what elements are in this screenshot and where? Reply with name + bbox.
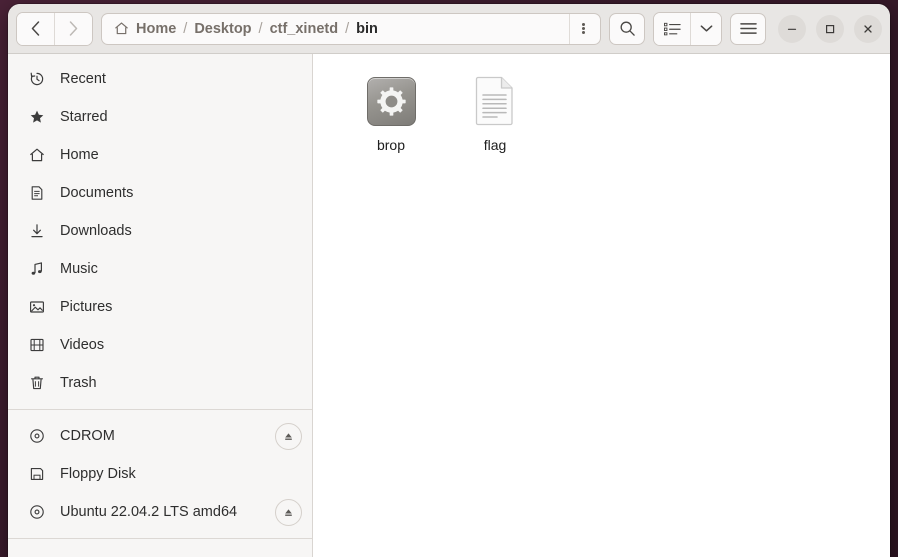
- eject-icon: [285, 432, 292, 440]
- breadcrumb-item-bin[interactable]: bin: [356, 21, 378, 37]
- sidebar-item-recent[interactable]: Recent: [8, 60, 312, 98]
- download-icon: [26, 223, 48, 239]
- breadcrumb-item-ctf-xinetd[interactable]: ctf_xinetd: [270, 21, 339, 37]
- sidebar-item-label: Floppy Disk: [60, 466, 136, 482]
- close-button[interactable]: [854, 14, 882, 43]
- file-icon: [366, 74, 416, 128]
- minimize-icon: [787, 28, 797, 30]
- document-icon: [26, 185, 48, 201]
- sidebar-item-other-locations[interactable]: Other Locations: [8, 546, 312, 557]
- minimize-button[interactable]: [778, 14, 806, 43]
- sidebar-item-music[interactable]: Music: [8, 250, 312, 288]
- list-view-button[interactable]: [654, 12, 690, 45]
- dot: [581, 31, 585, 35]
- star-icon: [26, 109, 48, 125]
- sidebar-item-label: CDROM: [60, 428, 115, 444]
- back-button[interactable]: [17, 12, 54, 45]
- view-options-button[interactable]: [690, 12, 721, 45]
- file-label: flag: [483, 137, 507, 153]
- sidebar: Recent Starred Home Documents Downloads …: [8, 54, 313, 557]
- maximize-icon: [825, 24, 835, 33]
- navigation-button-group: [16, 11, 93, 46]
- search-button[interactable]: [609, 12, 645, 45]
- clock-icon: [26, 71, 48, 87]
- trash-icon: [26, 375, 48, 391]
- video-icon: [26, 337, 48, 353]
- gear-icon: [376, 86, 406, 116]
- close-icon: [864, 24, 872, 33]
- home-icon: [114, 21, 129, 36]
- file-grid[interactable]: brop flag: [313, 54, 890, 557]
- chevron-down-icon: [700, 25, 712, 32]
- sidebar-item-label: Ubuntu 22.04.2 LTS amd64: [60, 504, 238, 520]
- sidebar-item-label: Home: [60, 147, 99, 163]
- eject-icon: [285, 508, 292, 516]
- disc-icon: [26, 504, 48, 520]
- sidebar-item-downloads[interactable]: Downloads: [8, 212, 312, 250]
- maximize-button[interactable]: [816, 14, 844, 43]
- eject-button[interactable]: [275, 498, 302, 526]
- view-mode-group: [653, 11, 722, 46]
- floppy-icon: [26, 466, 48, 482]
- desktop-background: Home / Desktop / ctf_xinetd / bin Recent…: [0, 0, 898, 557]
- sidebar-item-label: Starred: [60, 109, 108, 125]
- text-document-icon: [475, 76, 513, 126]
- sidebar-item-label: Downloads: [60, 223, 132, 239]
- forward-button[interactable]: [54, 12, 92, 45]
- chevron-left-icon: [31, 21, 40, 36]
- sidebar-item-label: Music: [60, 261, 98, 277]
- sidebar-item-documents[interactable]: Documents: [8, 174, 312, 212]
- dot: [581, 22, 585, 26]
- sidebar-item-label: Recent: [60, 71, 106, 87]
- path-menu-button[interactable]: [569, 13, 596, 44]
- sidebar-separator: [8, 409, 312, 410]
- picture-icon: [26, 299, 48, 315]
- sidebar-item-label: Trash: [60, 375, 97, 391]
- header-bar: Home / Desktop / ctf_xinetd / bin: [8, 4, 890, 54]
- sidebar-item-ubuntu-iso[interactable]: Ubuntu 22.04.2 LTS amd64: [8, 493, 312, 531]
- sidebar-item-home[interactable]: Home: [8, 136, 312, 174]
- sidebar-item-label: Videos: [60, 337, 105, 353]
- sidebar-item-label: Pictures: [60, 299, 113, 315]
- breadcrumb-separator: /: [345, 20, 350, 37]
- sidebar-item-trash[interactable]: Trash: [8, 364, 312, 402]
- sidebar-item-floppy-disk[interactable]: Floppy Disk: [8, 455, 312, 493]
- breadcrumb-item-home[interactable]: Home: [136, 21, 176, 37]
- hamburger-icon: [739, 23, 757, 34]
- sidebar-item-cdrom[interactable]: CDROM: [8, 417, 312, 455]
- file-icon: [475, 74, 515, 128]
- breadcrumb-separator: /: [183, 20, 188, 37]
- eject-button[interactable]: [275, 422, 302, 450]
- music-icon: [26, 261, 48, 277]
- disc-icon: [26, 428, 48, 444]
- file-label: brop: [376, 137, 406, 153]
- breadcrumb: Home / Desktop / ctf_xinetd / bin: [114, 21, 569, 37]
- window-body: Recent Starred Home Documents Downloads …: [8, 54, 890, 557]
- breadcrumb-item-desktop[interactable]: Desktop: [194, 21, 251, 37]
- window-controls: [778, 14, 882, 43]
- path-bar[interactable]: Home / Desktop / ctf_xinetd / bin: [101, 12, 601, 45]
- sidebar-separator: [8, 538, 312, 539]
- search-icon: [620, 21, 635, 36]
- file-manager-window: Home / Desktop / ctf_xinetd / bin Recent…: [8, 4, 890, 557]
- breadcrumb-separator: /: [258, 20, 263, 37]
- file-item-brop[interactable]: brop: [339, 68, 443, 153]
- home-icon: [26, 147, 48, 163]
- executable-icon: [366, 76, 416, 126]
- sidebar-item-starred[interactable]: Starred: [8, 98, 312, 136]
- chevron-right-icon: [69, 21, 78, 36]
- sidebar-item-videos[interactable]: Videos: [8, 326, 312, 364]
- file-item-flag[interactable]: flag: [443, 68, 547, 153]
- list-view-icon: [663, 22, 681, 35]
- app-menu-button[interactable]: [730, 12, 766, 45]
- dot: [581, 27, 585, 30]
- sidebar-item-pictures[interactable]: Pictures: [8, 288, 312, 326]
- sidebar-item-label: Documents: [60, 185, 134, 201]
